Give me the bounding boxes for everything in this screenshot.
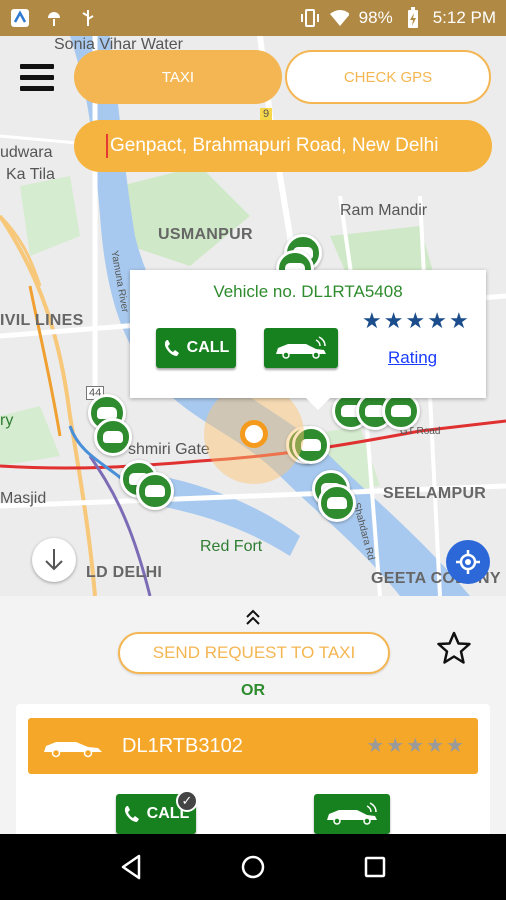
bottom-panel: SEND REQUEST TO TAXI OR DL1RTB3102 ★ ★ ★… <box>0 596 506 838</box>
clock: 5:12 PM <box>432 8 496 27</box>
app-icon <box>10 8 30 28</box>
map-label-civil-lines: IVIL LINES <box>0 312 84 329</box>
map-label-usmanpur: USMANPUR <box>158 226 253 243</box>
map-label-red-fort: Red Fort <box>200 538 263 555</box>
vehicle-card: DL1RTB3102 ★ ★ ★ ★ ★ CALL <box>16 704 490 838</box>
vibrate-icon <box>299 8 319 28</box>
location-search-input[interactable]: Genpact, Brahmapuri Road, New Delhi <box>74 120 492 172</box>
scroll-down-button[interactable] <box>32 538 76 582</box>
battery-percent: 98% <box>358 8 393 27</box>
star-icon: ★ <box>427 308 447 333</box>
taxi-marker[interactable] <box>94 418 132 456</box>
map-label-seelampur: SEELAMPUR <box>383 485 487 502</box>
taxi-marker[interactable] <box>318 484 356 522</box>
taxi-marker[interactable] <box>136 472 174 510</box>
vehicle-number: DL1RTB3102 <box>122 734 243 757</box>
usb-icon <box>78 8 98 28</box>
my-location-button[interactable] <box>446 540 490 584</box>
popup-vehicle-number: Vehicle no. DL1RTA5408 <box>213 282 403 301</box>
send-request-button[interactable]: SEND REQUEST TO TAXI <box>118 632 390 674</box>
map-view[interactable]: Sonia Vihar Water udwara Ka Tila USMANPU… <box>0 36 506 596</box>
check-badge-icon: ✓ <box>176 790 198 812</box>
vehicle-rating-stars: ★ ★ ★ ★ ★ <box>366 735 464 757</box>
tab-taxi[interactable]: TAXI <box>74 50 282 104</box>
popup-rating-stars: ★ ★ ★ ★ ★ <box>362 310 469 332</box>
system-nav-bar <box>0 834 506 900</box>
star-icon: ★ <box>383 308 404 333</box>
map-label-udwara: udwara <box>0 144 53 161</box>
location-search-value: Genpact, Brahmapuri Road, New Delhi <box>110 135 439 156</box>
star-icon: ★ <box>362 308 382 333</box>
popup-call-button[interactable]: CALL <box>156 328 236 368</box>
map-label-masjid: Masjid <box>0 490 47 507</box>
map-label-ry: ry <box>0 412 14 429</box>
recents-icon[interactable] <box>363 855 387 879</box>
vehicle-signal-button[interactable] <box>314 794 390 834</box>
android-icon <box>44 8 64 28</box>
popup-taxi-signal-button[interactable] <box>264 328 338 368</box>
star-icon: ★ <box>366 735 385 757</box>
car-signal-icon <box>327 802 377 825</box>
star-icon: ★ <box>448 308 469 333</box>
map-road-9: 9 <box>260 108 273 120</box>
chevron-up-icon[interactable] <box>243 608 263 626</box>
vehicle-row[interactable]: DL1RTB3102 ★ ★ ★ ★ ★ <box>28 718 478 774</box>
battery-icon <box>403 7 423 28</box>
popup-rating-link[interactable]: Rating <box>388 348 437 368</box>
crosshair-icon <box>456 550 480 574</box>
back-icon[interactable] <box>119 854 143 880</box>
current-location-marker <box>204 384 304 484</box>
car-icon <box>44 742 102 758</box>
popup-call-label: CALL <box>186 339 230 356</box>
star-outline-icon[interactable] <box>436 630 472 674</box>
star-icon: ★ <box>386 735 405 757</box>
wifi-icon <box>329 8 349 28</box>
star-icon: ★ <box>426 735 445 757</box>
star-icon: ★ <box>406 735 425 757</box>
vehicle-info-popup: Vehicle no. DL1RTA5408 CALL ★ ★ ★ ★ ★ Ra… <box>130 270 486 410</box>
map-label-ka-tila: Ka Tila <box>6 166 55 183</box>
map-label-ram-mandir: Ram Mandir <box>340 202 428 219</box>
car-signal-icon <box>276 336 326 359</box>
star-icon: ★ <box>446 735 464 757</box>
home-icon[interactable] <box>240 854 266 880</box>
star-icon: ★ <box>405 308 426 333</box>
map-label-old-delhi: LD DELHI <box>86 564 163 581</box>
map-label-kashmiri-gate: shmiri Gate <box>128 441 210 458</box>
menu-icon[interactable] <box>20 64 54 92</box>
or-divider: OR <box>241 682 265 699</box>
phone-icon <box>164 340 179 356</box>
arrow-down-icon <box>45 549 63 571</box>
text-cursor <box>106 134 108 158</box>
phone-icon <box>124 806 139 822</box>
status-bar: 98% 5:12 PM <box>0 0 506 36</box>
tab-check-gps[interactable]: CHECK GPS <box>285 50 491 104</box>
